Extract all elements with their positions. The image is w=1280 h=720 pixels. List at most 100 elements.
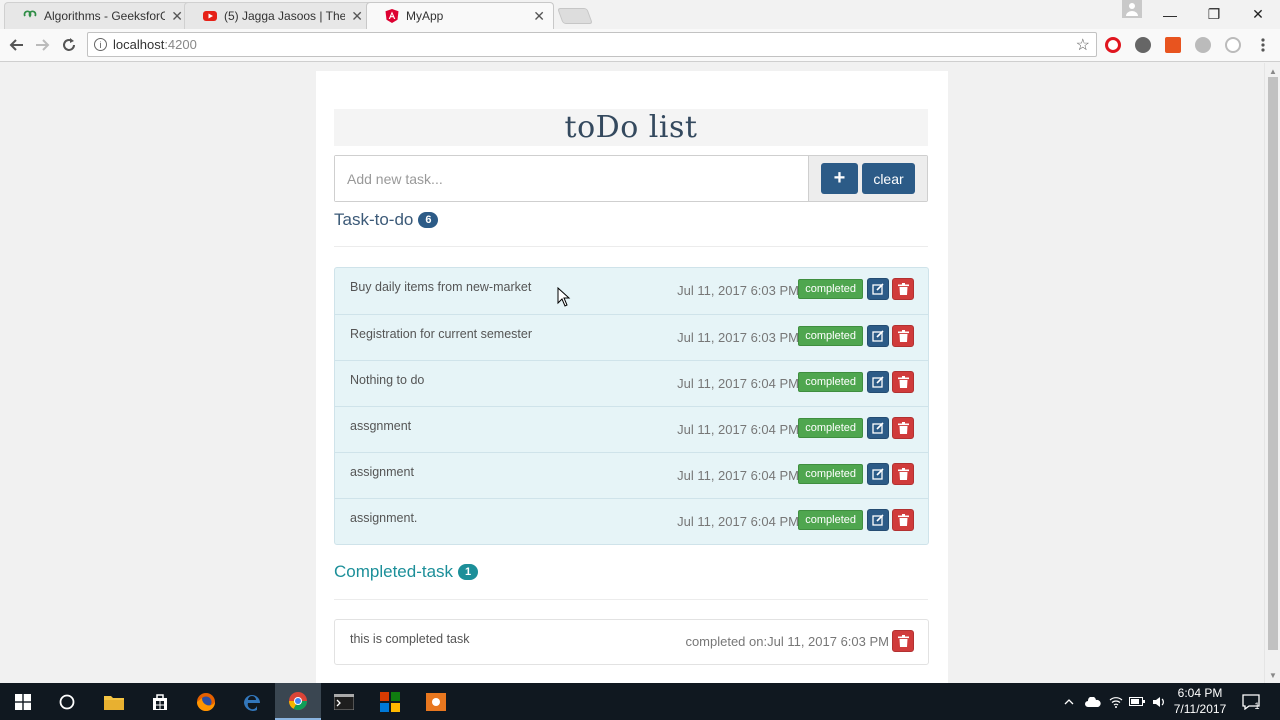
file-explorer-icon[interactable] — [91, 683, 137, 720]
edit-icon[interactable] — [867, 278, 889, 300]
tab-geeksforgeeks[interactable]: Algorithms - GeeksforGe ✕ — [4, 2, 192, 29]
browser-toolbar: i localhost:4200 ☆ — [0, 29, 1280, 62]
browser-menu-icon[interactable] — [1252, 34, 1274, 56]
todo-row: assgnment Jul 11, 2017 6:04 PM completed — [335, 406, 928, 452]
opera-extension-icon[interactable] — [1105, 37, 1121, 53]
clock-date: 7/11/2017 — [1173, 702, 1227, 716]
trash-icon[interactable] — [892, 417, 914, 439]
cortana-search-icon[interactable] — [44, 683, 90, 720]
tab-title: Algorithms - GeeksforGe — [44, 9, 166, 23]
completed-button[interactable]: completed — [798, 326, 863, 346]
completed-button[interactable]: completed — [798, 279, 863, 299]
todo-card: toDo list + clear Task-to-do 6 Buy daily… — [316, 71, 948, 683]
terminal-icon[interactable] — [321, 683, 367, 720]
page-scrollbar[interactable]: ▲ ▼ — [1264, 63, 1280, 683]
mouse-cursor-icon — [557, 287, 571, 307]
app-grid-icon[interactable] — [367, 683, 413, 720]
tab-title: MyApp — [406, 9, 444, 23]
url-port: :4200 — [164, 37, 197, 52]
trash-icon[interactable] — [892, 371, 914, 393]
wifi-icon[interactable] — [1106, 683, 1126, 720]
restore-button[interactable]: ❐ — [1192, 0, 1236, 29]
todo-text: assignment — [350, 465, 414, 479]
chrome-icon[interactable] — [275, 683, 321, 720]
action-center-icon[interactable]: 1 — [1236, 683, 1266, 720]
completed-button[interactable]: completed — [798, 372, 863, 392]
onedrive-cloud-icon[interactable] — [1082, 683, 1104, 720]
completed-text: this is completed task — [350, 632, 470, 646]
completed-button[interactable]: completed — [798, 464, 863, 484]
slides-app-icon[interactable] — [413, 683, 459, 720]
system-clock[interactable]: 6:04 PM 7/11/2017 — [1170, 685, 1230, 717]
todo-count-badge: 6 — [418, 212, 439, 228]
todo-text: assgnment — [350, 419, 412, 433]
extension-icon[interactable] — [1195, 37, 1211, 53]
trash-icon[interactable] — [892, 278, 914, 300]
edge-icon[interactable] — [229, 683, 275, 720]
extension-icon[interactable] — [1225, 37, 1241, 53]
new-task-input[interactable] — [335, 156, 809, 201]
edit-icon[interactable] — [867, 325, 889, 347]
todo-list: Buy daily items from new-market Jul 11, … — [334, 267, 929, 545]
new-tab-button[interactable] — [557, 8, 593, 24]
completed-date: completed on:Jul 11, 2017 6:03 PM — [685, 634, 889, 649]
battery-icon[interactable] — [1127, 683, 1147, 720]
clear-button[interactable]: clear — [862, 163, 915, 194]
completed-heading-label: Completed-task — [334, 562, 454, 581]
todo-date: Jul 11, 2017 6:03 PM — [677, 283, 799, 298]
page-viewport: toDo list + clear Task-to-do 6 Buy daily… — [0, 63, 1264, 683]
tab-close-icon[interactable]: ✕ — [171, 8, 183, 25]
geeksforgeeks-favicon-icon — [23, 9, 37, 23]
edit-icon[interactable] — [867, 417, 889, 439]
divider — [334, 246, 928, 247]
scroll-down-icon[interactable]: ▼ — [1269, 671, 1277, 680]
todo-row: Buy daily items from new-market Jul 11, … — [335, 268, 928, 314]
trash-icon[interactable] — [892, 325, 914, 347]
reload-icon[interactable] — [58, 34, 80, 56]
divider — [334, 599, 928, 600]
minimize-button[interactable]: — — [1148, 0, 1192, 29]
clock-time: 6:04 PM — [1177, 686, 1223, 700]
todo-text: Registration for current semester — [350, 327, 533, 341]
show-hidden-icons-chevron-icon[interactable] — [1060, 683, 1078, 720]
store-icon[interactable] — [137, 683, 183, 720]
todo-text: assignment. — [350, 511, 418, 525]
office-extension-icon[interactable] — [1165, 37, 1181, 53]
bookmark-star-icon[interactable]: ☆ — [1076, 35, 1090, 55]
forward-arrow-icon[interactable] — [31, 34, 53, 56]
windows-taskbar: 6:04 PM 7/11/2017 1 — [0, 683, 1280, 720]
todo-date: Jul 11, 2017 6:04 PM — [677, 468, 799, 483]
todo-date: Jul 11, 2017 6:04 PM — [677, 514, 799, 529]
tab-youtube[interactable]: (5) Jagga Jasoos | The Re ✕ — [184, 2, 372, 29]
input-addon: + clear — [809, 156, 927, 201]
address-bar[interactable]: i localhost:4200 ☆ — [87, 32, 1097, 57]
windows-start-icon[interactable] — [0, 683, 46, 720]
back-arrow-icon[interactable] — [6, 34, 28, 56]
todo-text: Buy daily items from new-market — [350, 280, 532, 294]
trash-icon[interactable] — [892, 509, 914, 531]
profile-avatar-icon[interactable] — [1122, 0, 1142, 18]
close-window-button[interactable]: ✕ — [1236, 0, 1280, 29]
trash-icon[interactable] — [892, 463, 914, 485]
tab-close-icon[interactable]: ✕ — [533, 8, 545, 25]
volume-icon[interactable] — [1149, 683, 1169, 720]
firefox-icon[interactable] — [183, 683, 229, 720]
edit-icon[interactable] — [867, 463, 889, 485]
tab-close-icon[interactable]: ✕ — [351, 8, 363, 25]
completed-button[interactable]: completed — [798, 418, 863, 438]
todo-row: Nothing to do Jul 11, 2017 6:04 PM compl… — [335, 360, 928, 406]
add-task-button[interactable]: + — [821, 163, 858, 194]
edit-icon[interactable] — [867, 371, 889, 393]
scroll-up-icon[interactable]: ▲ — [1269, 67, 1277, 76]
completed-button[interactable]: completed — [798, 510, 863, 530]
todo-date: Jul 11, 2017 6:04 PM — [677, 422, 799, 437]
site-info-icon[interactable]: i — [94, 38, 107, 51]
extension-icon[interactable] — [1135, 37, 1151, 53]
scrollbar-thumb[interactable] — [1268, 77, 1278, 650]
trash-icon[interactable] — [892, 630, 914, 652]
todo-row: assignment. Jul 11, 2017 6:04 PM complet… — [335, 498, 928, 544]
completed-count-badge: 1 — [458, 564, 479, 580]
tab-myapp[interactable]: MyApp ✕ — [366, 2, 554, 29]
notification-count: 1 — [1254, 700, 1260, 711]
edit-icon[interactable] — [867, 509, 889, 531]
